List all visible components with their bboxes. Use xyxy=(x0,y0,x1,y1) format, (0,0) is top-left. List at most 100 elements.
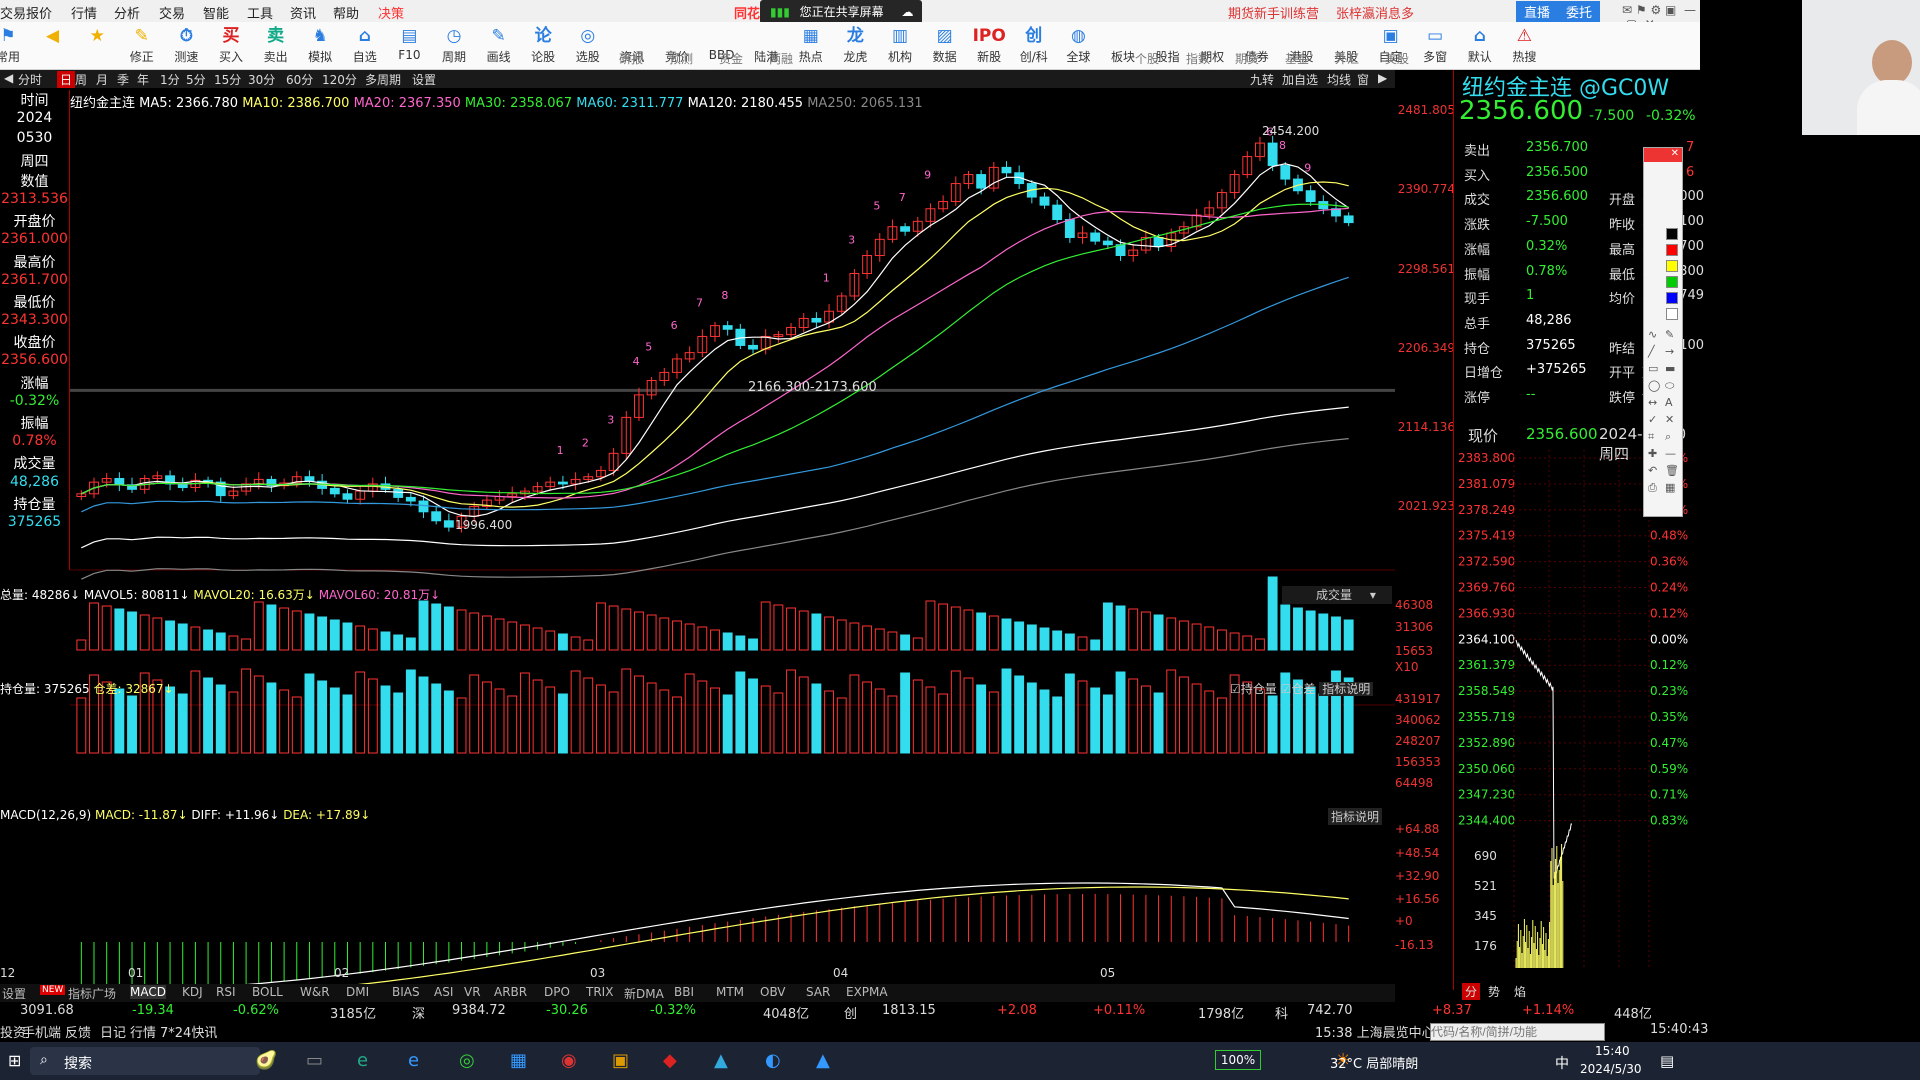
taskbar-app-icon[interactable]: ◉ xyxy=(561,1050,577,1071)
taskbar-app-icon[interactable]: ▦ xyxy=(510,1050,527,1071)
order-button[interactable]: 委托 xyxy=(1558,1,1601,22)
indicator-tab[interactable]: BIAS xyxy=(392,985,420,999)
period-tab[interactable]: 设置 xyxy=(412,71,436,88)
toolbar-button[interactable]: ⌂ 默认 xyxy=(1458,24,1502,68)
indicator-tab[interactable]: MACD xyxy=(130,985,166,999)
toolbar-button[interactable]: ⏱ 测速 xyxy=(164,24,208,68)
toolbar-sub-button[interactable]: 预测 xyxy=(658,50,704,67)
mini-chart-tab[interactable]: 势 xyxy=(1488,983,1500,1000)
drawing-tool-icon[interactable]: ⬭ xyxy=(1665,379,1674,393)
drawing-tool-icon[interactable]: → xyxy=(1665,345,1674,358)
toolbar-button[interactable]: ▨ 数据 xyxy=(923,24,967,68)
drawing-tool-icon[interactable]: ↶ xyxy=(1648,464,1657,477)
toolbar-sub-button[interactable]: 期货 xyxy=(1224,50,1270,67)
drawing-tool-icon[interactable]: ▦ xyxy=(1665,481,1675,494)
toolbar-button[interactable]: IPO 新股 xyxy=(967,24,1011,68)
period-tab[interactable]: 分时 xyxy=(18,71,42,88)
cloud-icon[interactable]: ☁ xyxy=(901,5,913,19)
oi-checkbox[interactable]: ☑ xyxy=(1230,682,1241,696)
toolbar-button[interactable]: 卖卖出 xyxy=(254,24,298,68)
period-tab[interactable]: 年 xyxy=(137,71,149,88)
oi-change-checkbox[interactable]: ☑ xyxy=(1281,682,1292,696)
status-link[interactable]: 7*24快讯 xyxy=(160,1022,217,1041)
toolbar-button[interactable]: 创创/科 xyxy=(1012,24,1056,68)
macd-help-button[interactable]: 指标说明 xyxy=(1328,808,1383,825)
indicator-help-button[interactable]: 指标说明 xyxy=(1319,682,1374,696)
menu-item[interactable]: 工具 xyxy=(247,3,273,22)
chart-option[interactable]: 加自选 xyxy=(1282,71,1318,88)
chart-option[interactable]: 均线 xyxy=(1327,71,1351,88)
toolbar-sub-button[interactable]: 研报 xyxy=(608,50,654,67)
toolbar-sub-button[interactable]: 两融 xyxy=(758,50,804,67)
weather-widget[interactable]: 32°C 局部晴朗 xyxy=(1330,1053,1418,1072)
back-icon[interactable]: ◀ xyxy=(4,71,13,85)
toolbar-button[interactable]: ⚑ 常用 xyxy=(0,24,30,68)
screen-share-banner[interactable]: ▮▮▮ 您正在共享屏幕 ☁ xyxy=(760,0,922,24)
indicator-tab[interactable]: EXPMA xyxy=(846,985,888,999)
mini-chart-tab[interactable]: 分 xyxy=(1462,983,1481,1000)
menu-item[interactable]: 交易 xyxy=(0,3,26,22)
period-tab[interactable]: 60分 xyxy=(286,71,313,88)
taskbar-app-icon[interactable]: ▣ xyxy=(612,1050,629,1071)
promo-link[interactable]: 期货新手训练营 xyxy=(1228,3,1319,22)
toolbar-button[interactable]: ▥ 机构 xyxy=(878,24,922,68)
indicator-tab[interactable]: TRIX xyxy=(586,985,613,999)
menu-item[interactable]: 报价 xyxy=(26,3,52,22)
indicator-tab[interactable]: BOLL xyxy=(252,985,283,999)
toolbar-button[interactable]: ♞ 模拟 xyxy=(298,24,342,68)
drawing-tool-icon[interactable]: ✎ xyxy=(1665,328,1674,341)
taskbar-app-icon[interactable]: ◆ xyxy=(663,1050,677,1071)
live-button[interactable]: 直播 xyxy=(1516,1,1559,22)
toolbar-button[interactable]: 论论股 xyxy=(521,24,565,68)
battery-indicator[interactable]: 100% xyxy=(1215,1050,1261,1070)
indicator-tab[interactable]: OBV xyxy=(760,985,786,999)
status-news[interactable]: 15:38 上海晨览中心 xyxy=(1315,1022,1435,1041)
drawing-tool-icon[interactable]: ▬ xyxy=(1665,362,1675,375)
toolbar-button[interactable]: ⌂ 自选 xyxy=(343,24,387,68)
taskbar-app-icon[interactable]: ▲ xyxy=(816,1050,830,1071)
toolbar-sub-button[interactable]: 基金 xyxy=(1274,50,1320,67)
drawing-tool-icon[interactable]: ⌗ xyxy=(1648,430,1654,444)
taskbar-app-icon[interactable]: ◐ xyxy=(765,1050,781,1071)
indicator-tab[interactable]: ASI xyxy=(434,985,453,999)
status-link[interactable]: 手机端 xyxy=(22,1022,61,1041)
drawing-tool-icon[interactable]: — xyxy=(1665,447,1676,460)
drawing-tool-icon[interactable]: ⎙ xyxy=(1648,481,1657,495)
toolbar-button[interactable]: ◎ 选股 xyxy=(566,24,610,68)
period-tab[interactable]: 周 xyxy=(75,71,87,88)
chart-option[interactable]: 窗 xyxy=(1357,71,1369,88)
drawing-tool-icon[interactable]: A xyxy=(1665,396,1673,409)
taskbar-app-icon[interactable]: ▲ xyxy=(714,1050,728,1071)
status-link[interactable]: 日记 xyxy=(100,1022,126,1041)
promo-link[interactable]: 张梓瀛消息多 xyxy=(1336,3,1414,22)
color-swatch[interactable] xyxy=(1666,276,1678,288)
period-tab[interactable]: 多周期 xyxy=(365,71,401,88)
indicator-tab[interactable]: NEW xyxy=(40,985,66,995)
color-swatch[interactable] xyxy=(1666,260,1678,272)
toolbar-button[interactable]: ◷ 周期 xyxy=(432,24,476,68)
taskbar-app-icon[interactable]: ◎ xyxy=(459,1050,475,1071)
color-swatch[interactable] xyxy=(1666,292,1678,304)
ime-indicator[interactable]: 中 xyxy=(1555,1053,1569,1073)
menu-item[interactable]: 帮助 xyxy=(333,3,359,22)
drawing-tool-icon[interactable]: ◯ xyxy=(1648,379,1660,392)
indicator-tab[interactable]: W&R xyxy=(300,985,330,999)
indicator-tab[interactable]: 新DMA xyxy=(624,985,664,1002)
drawing-tool-icon[interactable]: ↔ xyxy=(1648,396,1657,409)
mini-chart-tab[interactable]: 焰 xyxy=(1514,983,1526,1000)
collapse-icon[interactable]: ▶ xyxy=(1378,71,1387,85)
period-tab[interactable]: 月 xyxy=(96,71,108,88)
drawing-tool-icon[interactable]: ✕ xyxy=(1665,413,1674,426)
toolbar-sub-button[interactable]: 个股 xyxy=(1124,50,1170,67)
menu-item[interactable]: 智能 xyxy=(203,3,229,22)
period-tab[interactable]: 季 xyxy=(117,71,129,88)
toolbar-sub-button[interactable]: 资金 xyxy=(708,50,754,67)
palette-close-icon[interactable]: ✕ xyxy=(1644,148,1682,162)
toolbar-button[interactable]: ✎ 画线 xyxy=(477,24,521,68)
chart-option[interactable]: 九转 xyxy=(1250,71,1274,88)
taskbar-app-icon[interactable]: 🥑 xyxy=(255,1050,277,1071)
toolbar-button[interactable]: 龙龙虎 xyxy=(833,24,877,68)
period-tab[interactable]: 5分 xyxy=(186,71,206,88)
intraday-chart[interactable]: 2383.8000.83%2381.0790.71%2378.2490.60%2… xyxy=(1454,450,1704,980)
period-tab[interactable]: 120分 xyxy=(322,71,357,88)
